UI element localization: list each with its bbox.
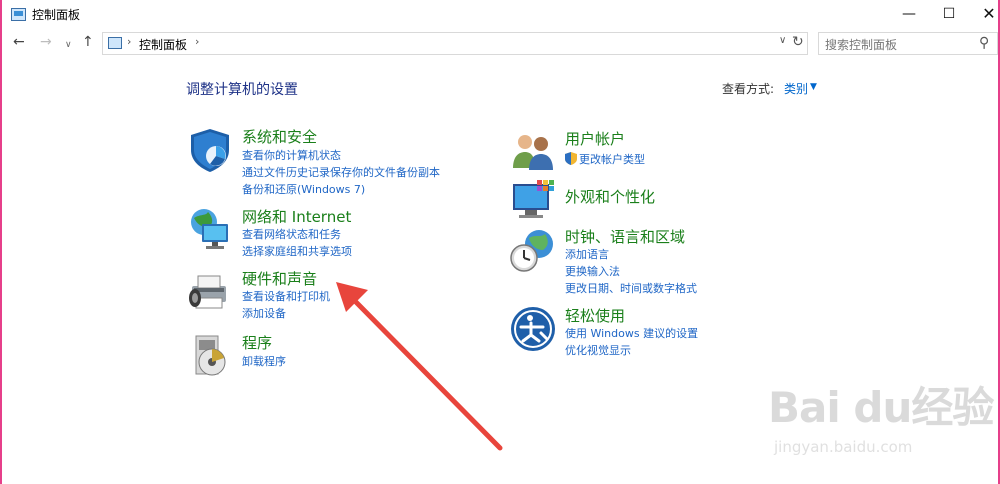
control-panel-icon	[108, 37, 122, 49]
link-optimize-visual-display[interactable]: 优化视觉显示	[565, 342, 631, 358]
close-button[interactable]: ✕	[966, 0, 1000, 30]
control-panel-icon	[11, 8, 26, 21]
link-file-history[interactable]: 通过文件历史记录保存你的文件备份副本	[242, 164, 440, 180]
baidu-watermark: Bai du经验 jingyan.baidu.com	[768, 374, 998, 474]
link-homegroup-sharing[interactable]: 选择家庭组和共享选项	[242, 243, 352, 259]
page-title: 调整计算机的设置	[186, 82, 298, 98]
category-title[interactable]: 程序	[242, 332, 272, 353]
watermark-brand: Bai du经验	[768, 383, 994, 432]
link-devices-printers[interactable]: 查看设备和打印机	[242, 288, 330, 304]
breadcrumb-control-panel[interactable]: 控制面板	[139, 36, 187, 53]
back-button[interactable]: ←	[13, 34, 25, 50]
breadcrumb-separator[interactable]: ›	[127, 35, 131, 48]
link-add-language[interactable]: 添加语言	[565, 246, 609, 262]
link-view-computer-status[interactable]: 查看你的计算机状态	[242, 147, 341, 163]
search-icon[interactable]: ⚲	[979, 35, 989, 51]
uac-shield-icon	[565, 152, 577, 165]
category-title[interactable]: 硬件和声音	[242, 268, 317, 289]
category-title[interactable]: 轻松使用	[565, 305, 625, 326]
search-input[interactable]: 搜索控制面板	[825, 36, 897, 53]
link-uninstall-program[interactable]: 卸载程序	[242, 353, 286, 369]
category-title[interactable]: 用户帐户	[565, 128, 625, 149]
shield-icon[interactable]	[186, 126, 234, 174]
chevron-down-icon[interactable]: ▼	[810, 82, 817, 92]
address-dropdown-button[interactable]: ∨	[779, 35, 786, 46]
clock-globe-icon[interactable]	[509, 226, 557, 274]
link-change-input-method[interactable]: 更换输入法	[565, 263, 620, 279]
title-bar[interactable]: 控制面板 — ☐ ✕	[2, 0, 998, 30]
category-title[interactable]: 外观和个性化	[565, 186, 655, 207]
red-arrow-annotation	[336, 282, 503, 451]
link-backup-restore[interactable]: 备份和还原(Windows 7)	[242, 181, 365, 197]
address-bar[interactable]: › 控制面板 › ∨ ↻	[102, 32, 808, 55]
link-label[interactable]: 更改帐户类型	[579, 153, 645, 166]
network-globe-icon[interactable]	[186, 206, 234, 254]
search-box[interactable]: 搜索控制面板 ⚲	[818, 32, 998, 55]
control-panel-window: 控制面板 — ☐ ✕ ← → ∨ ↑ › 控制面板 › ∨ ↻ 搜索控制面板 ⚲…	[0, 0, 1000, 484]
printer-speaker-icon[interactable]	[186, 268, 234, 316]
refresh-button[interactable]: ↻	[792, 34, 804, 50]
programs-disc-icon[interactable]	[186, 332, 234, 380]
window-title: 控制面板	[32, 8, 81, 22]
forward-button[interactable]: →	[40, 34, 52, 50]
breadcrumb-separator[interactable]: ›	[195, 35, 199, 48]
watermark-url: jingyan.baidu.com	[774, 438, 913, 456]
link-network-status[interactable]: 查看网络状态和任务	[242, 226, 341, 242]
recent-locations-button[interactable]: ∨	[65, 40, 72, 50]
category-title[interactable]: 系统和安全	[242, 126, 317, 147]
view-by-dropdown[interactable]: 类别	[784, 80, 808, 97]
monitor-palette-icon[interactable]	[509, 178, 557, 226]
category-title[interactable]: 时钟、语言和区域	[565, 226, 685, 247]
up-button[interactable]: ↑	[82, 34, 94, 50]
link-change-account-type[interactable]: 更改帐户类型	[565, 151, 645, 167]
link-change-date-time-format[interactable]: 更改日期、时间或数字格式	[565, 280, 697, 296]
category-title[interactable]: 网络和 Internet	[242, 206, 351, 227]
link-windows-recommended-settings[interactable]: 使用 Windows 建议的设置	[565, 325, 698, 341]
link-add-device[interactable]: 添加设备	[242, 305, 286, 321]
users-icon[interactable]	[509, 128, 557, 176]
view-by-label: 查看方式:	[722, 82, 775, 96]
